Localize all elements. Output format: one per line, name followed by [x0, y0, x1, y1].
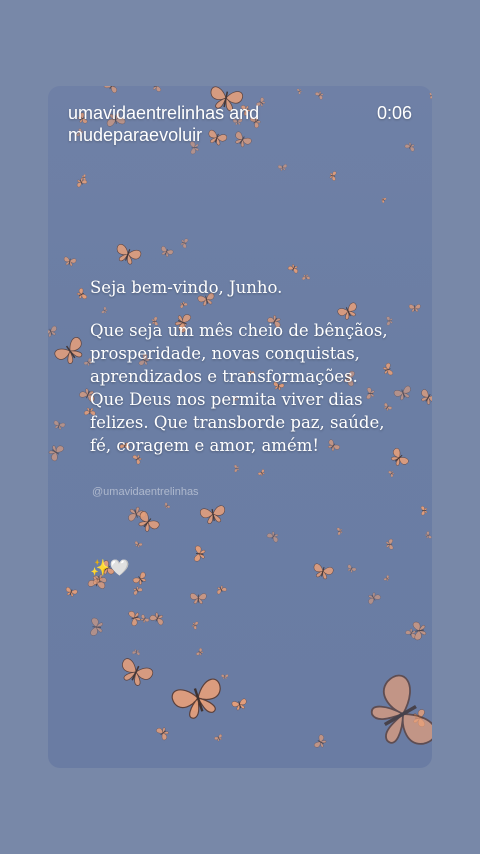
- butterfly-icon: [214, 734, 222, 742]
- butterfly-icon: [53, 420, 66, 430]
- butterfly-icon: [192, 621, 199, 630]
- butterfly-icon: [190, 593, 207, 605]
- butterfly-icon: [140, 614, 150, 623]
- butterfly-icon: [116, 244, 142, 265]
- greeting-text: Seja bem-vindo, Junho.: [90, 278, 283, 297]
- butterfly-icon: [408, 304, 421, 312]
- butterfly-icon: [383, 575, 390, 581]
- story-header: umavidaentrelinhas and mudeparaevoluir 0…: [68, 102, 412, 146]
- butterfly-icon: [429, 92, 432, 99]
- butterfly-icon: [315, 91, 324, 100]
- butterfly-icon: [194, 545, 206, 562]
- story-card[interactable]: umavidaentrelinhas and mudeparaevoluir 0…: [48, 86, 432, 768]
- butterfly-icon: [103, 86, 117, 93]
- butterfly-icon: [63, 256, 77, 267]
- butterfly-icon: [231, 698, 247, 711]
- butterfly-icon: [128, 611, 141, 626]
- butterfly-icon: [277, 164, 287, 171]
- butterfly-icon: [258, 469, 265, 476]
- butterfly-icon: [180, 238, 189, 249]
- butterfly-icon: [216, 585, 227, 595]
- butterfly-icon: [132, 649, 140, 656]
- butterfly-icon: [77, 288, 87, 299]
- butterfly-icon: [48, 445, 64, 462]
- butterfly-icon: [393, 385, 411, 401]
- butterfly-icon: [420, 506, 428, 516]
- butterfly-icon: [196, 648, 204, 656]
- butterfly-icon: [199, 505, 225, 525]
- butterfly-icon: [347, 564, 357, 573]
- story-author[interactable]: umavidaentrelinhas and mudeparaevoluir: [68, 102, 328, 146]
- butterfly-icon: [171, 678, 221, 719]
- post-text: Seja bem-vindo, Junho. Que seja um mês c…: [90, 276, 390, 457]
- watermark-text: @umavidaentrelinhas: [92, 486, 199, 498]
- butterfly-icon: [122, 658, 154, 686]
- story-timestamp: 0:06: [376, 103, 412, 123]
- butterfly-icon: [90, 617, 103, 636]
- butterfly-icon: [388, 470, 395, 478]
- butterfly-icon: [164, 502, 171, 509]
- butterfly-icon: [161, 246, 174, 257]
- butterfly-icon: [287, 264, 298, 274]
- butterfly-icon: [386, 538, 394, 550]
- butterfly-icon: [54, 337, 83, 364]
- butterfly-icon: [234, 464, 240, 473]
- butterfly-icon: [368, 592, 381, 605]
- butterfly-icon: [221, 674, 229, 680]
- butterfly-icon: [313, 563, 334, 580]
- butterfly-icon: [134, 541, 143, 548]
- butterfly-icon: [381, 197, 387, 203]
- butterfly-icon: [132, 571, 147, 585]
- butterfly-icon: [266, 531, 279, 543]
- butterfly-icon: [65, 587, 78, 597]
- butterfly-icon: [425, 531, 432, 539]
- butterfly-icon: [314, 734, 327, 748]
- butterfly-icon: [412, 621, 427, 641]
- butterfly-icon: [133, 586, 143, 596]
- butterfly-icon: [76, 177, 88, 188]
- butterfly-icon: [152, 86, 161, 92]
- emoji-line: ✨🤍: [90, 560, 130, 577]
- butterfly-icon: [391, 448, 409, 466]
- butterfly-icon: [149, 612, 164, 626]
- butterfly-icon: [336, 527, 343, 536]
- butterfly-icon: [421, 389, 432, 405]
- butterfly-icon: [48, 325, 57, 338]
- butterfly-icon: [296, 88, 302, 95]
- butterfly-icon: [329, 171, 337, 181]
- message-text: Que seja um mês cheio de bênçãos, prospe…: [90, 321, 388, 455]
- butterfly-icon: [156, 727, 169, 741]
